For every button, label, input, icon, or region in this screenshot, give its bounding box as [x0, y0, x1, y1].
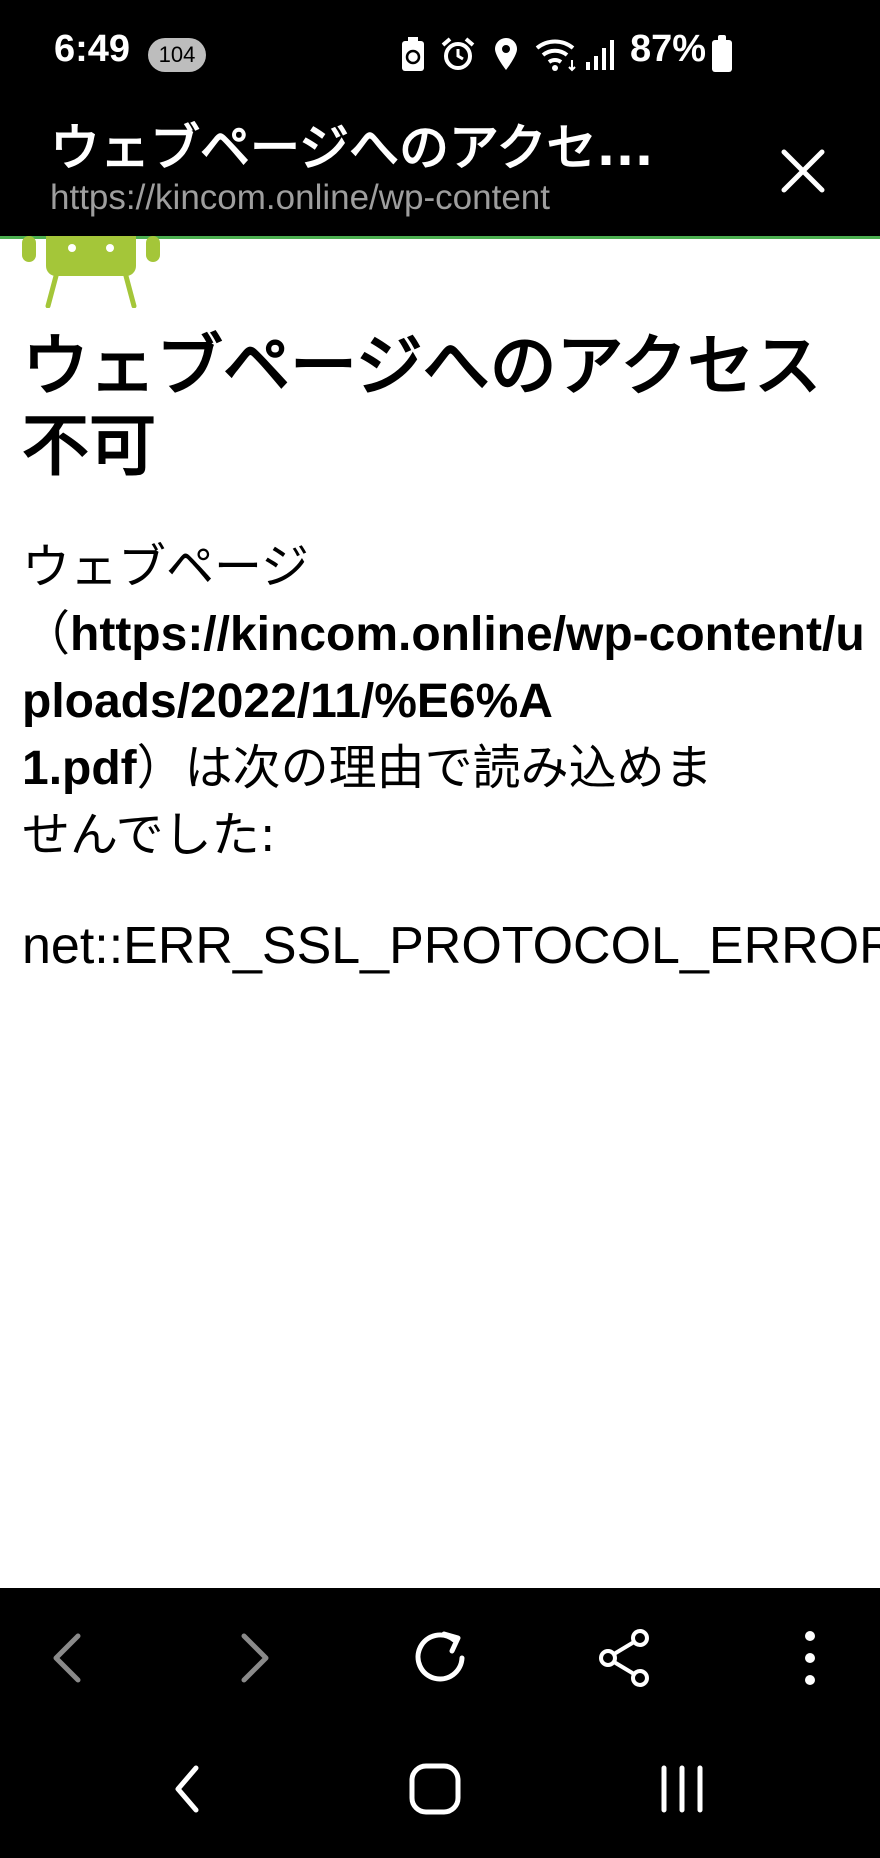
reload-icon[interactable]	[402, 1620, 478, 1696]
error-code: net::ERR_SSL_PROTOCOL_ERROR	[22, 917, 880, 975]
android-robot-icon	[22, 236, 160, 308]
notification-count-badge: 104	[148, 38, 206, 72]
location-icon	[495, 38, 517, 70]
status-bar: 6:49 104 87%	[0, 0, 880, 108]
wifi-icon	[535, 39, 576, 72]
back-icon[interactable]	[32, 1620, 108, 1696]
share-icon[interactable]	[586, 1620, 662, 1696]
battery-icon	[712, 35, 732, 72]
page-url: https://kincom.online/wp-content	[50, 178, 550, 217]
page-title: ウェブページへのアクセ...	[50, 119, 654, 177]
status-time: 6:49	[54, 28, 131, 70]
alarm-icon	[441, 37, 475, 70]
title-bar: ウェブページへのアクセ... https://kincom.online/wp-…	[0, 108, 880, 239]
nav-home-icon[interactable]	[398, 1754, 474, 1824]
bottom-toolbar	[0, 1588, 880, 1724]
error-description: ウェブページ （https://kincom.online/wp-content…	[22, 534, 880, 869]
nav-back-icon[interactable]	[150, 1754, 226, 1824]
error-heading: ウェブページへのアクセス不可	[22, 327, 822, 485]
more-icon[interactable]	[772, 1620, 848, 1696]
system-nav-bar	[0, 1724, 880, 1858]
close-icon[interactable]	[770, 138, 836, 204]
signal-icon	[586, 40, 614, 70]
forward-icon[interactable]	[214, 1620, 290, 1696]
recycle-battery-icon	[402, 37, 424, 71]
battery-percent: 87%	[630, 28, 707, 70]
nav-recents-icon[interactable]	[644, 1754, 720, 1824]
